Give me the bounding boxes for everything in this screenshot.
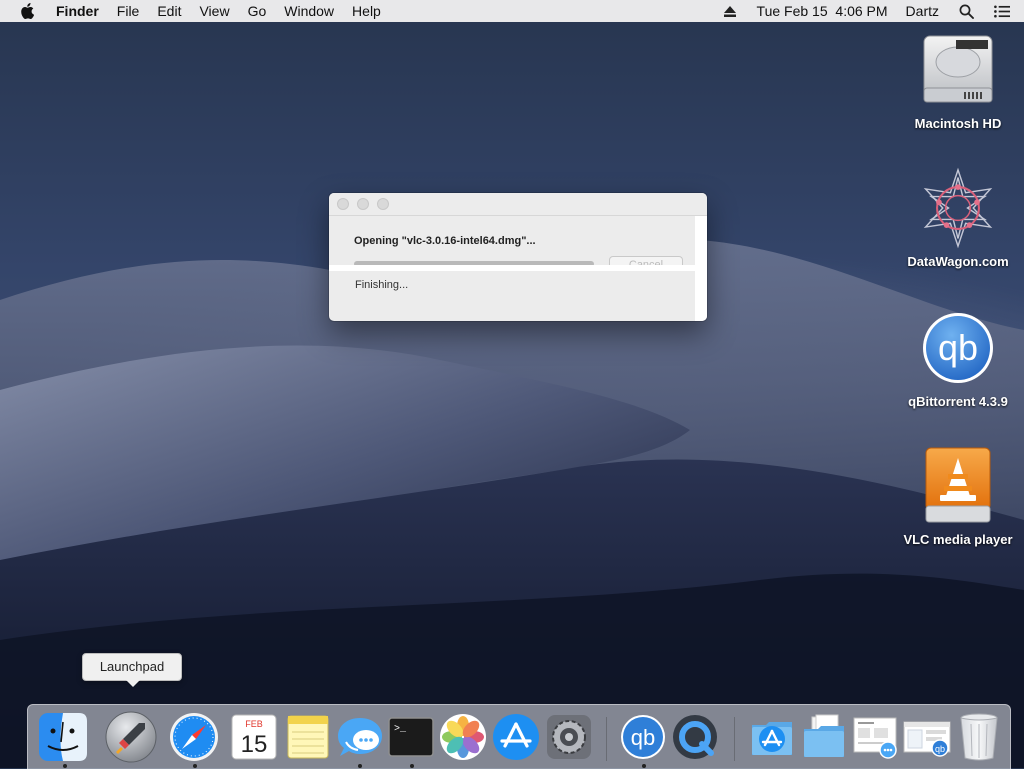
running-indicator-messages — [358, 764, 362, 768]
close-button[interactable] — [337, 198, 349, 210]
menu-help[interactable]: Help — [343, 0, 390, 22]
desktop-icon-vlc[interactable]: VLC media player — [898, 446, 1018, 547]
dock-screenshots-stack[interactable]: qb — [901, 711, 953, 763]
running-indicator-terminal — [410, 764, 414, 768]
datawagon-icon — [918, 167, 998, 249]
quicktime-icon — [673, 715, 717, 759]
app-store-icon — [493, 714, 539, 760]
vlc-disk-icon — [918, 446, 998, 526]
messages-icon — [338, 718, 382, 756]
menu-user[interactable]: Dartz — [897, 0, 948, 22]
tooltip-text: Launchpad — [99, 659, 165, 674]
system-preferences-icon — [547, 715, 591, 759]
eject-icon[interactable] — [722, 3, 738, 19]
trash-icon — [960, 713, 998, 761]
svg-text:qb: qb — [631, 725, 655, 750]
dock-quicktime[interactable] — [669, 711, 721, 763]
svg-text:qb: qb — [938, 327, 978, 368]
desktop-icon-label: DataWagon.com — [907, 254, 1009, 269]
running-indicator-finder — [63, 764, 67, 768]
status-text: Finishing... — [355, 279, 409, 291]
svg-text:>_: >_ — [394, 724, 407, 735]
dock-notes[interactable] — [282, 711, 334, 763]
dock-app-store[interactable] — [490, 711, 542, 763]
dock-photos[interactable] — [437, 711, 489, 763]
dock-launchpad[interactable] — [105, 711, 157, 763]
qbittorrent-icon: qb — [918, 308, 998, 388]
dock-documents-folder[interactable] — [798, 711, 850, 763]
finder-icon — [39, 713, 87, 761]
notification-center-icon[interactable] — [994, 3, 1010, 19]
zoom-button[interactable] — [377, 198, 389, 210]
dock-finder[interactable] — [37, 711, 89, 763]
screenshots-stack-icon: qb — [903, 721, 951, 757]
safari-icon — [170, 713, 218, 761]
minimize-button[interactable] — [357, 198, 369, 210]
dock-separator — [734, 717, 735, 761]
desktop-icon-label: VLC media player — [903, 532, 1013, 547]
running-indicator-qbittorrent — [642, 764, 646, 768]
dock-safari[interactable] — [168, 711, 220, 763]
dock: FEB 15 >_ qb qb — [27, 704, 1011, 769]
menu-clock[interactable]: Tue Feb 15 4:06 PM — [748, 0, 897, 22]
dock-terminal[interactable]: >_ — [385, 711, 437, 763]
downloads-stack-icon — [853, 717, 897, 759]
dock-applications-folder[interactable] — [746, 711, 798, 763]
menu-go[interactable]: Go — [239, 0, 276, 22]
svg-text:qb: qb — [935, 744, 945, 754]
menu-window[interactable]: Window — [275, 0, 343, 22]
applications-folder-icon — [752, 722, 792, 755]
menu-app-name[interactable]: Finder — [52, 0, 108, 22]
launchpad-icon — [105, 711, 157, 763]
notes-icon — [287, 715, 329, 759]
dock-trash[interactable] — [953, 711, 1005, 763]
opening-file-text: Opening "vlc-3.0.16-intel64.dmg"... — [354, 235, 536, 247]
apple-icon[interactable] — [20, 0, 38, 22]
documents-folder-icon — [804, 714, 844, 757]
launchpad-tooltip: Launchpad — [82, 653, 182, 687]
dmg-opening-dialog: Opening "vlc-3.0.16-intel64.dmg"... Canc… — [329, 193, 707, 321]
calendar-icon: FEB 15 — [231, 714, 277, 760]
desktop-icon-label: qBittorrent 4.3.9 — [908, 394, 1008, 409]
menu-file[interactable]: File — [108, 0, 149, 22]
terminal-icon: >_ — [388, 717, 434, 757]
menu-bar: Finder File Edit View Go Window Help Tue… — [0, 0, 1024, 22]
desktop-icon-qbittorrent[interactable]: qb qBittorrent 4.3.9 — [898, 308, 1018, 409]
menu-edit[interactable]: Edit — [148, 0, 190, 22]
desktop-icon-macintosh-hd[interactable]: Macintosh HD — [898, 30, 1018, 131]
menu-view[interactable]: View — [190, 0, 238, 22]
dialog-divider — [329, 265, 707, 271]
dock-separator — [606, 717, 607, 761]
svg-text:15: 15 — [241, 731, 268, 758]
hard-drive-icon — [918, 30, 998, 110]
dock-downloads-stack[interactable] — [849, 711, 901, 763]
dock-system-preferences[interactable] — [543, 711, 595, 763]
dock-qbittorrent[interactable]: qb — [617, 711, 669, 763]
qbittorrent-icon: qb — [621, 715, 665, 759]
dock-calendar[interactable]: FEB 15 — [228, 711, 280, 763]
desktop-icon-label: Macintosh HD — [914, 116, 1002, 131]
desktop-icon-datawagon[interactable]: DataWagon.com — [898, 167, 1018, 269]
tooltip-arrow — [126, 680, 140, 687]
spotlight-search-icon[interactable] — [958, 3, 974, 19]
dock-messages[interactable] — [334, 711, 386, 763]
photos-icon — [440, 714, 486, 760]
svg-text:FEB: FEB — [245, 719, 263, 729]
dialog-titlebar — [329, 193, 707, 216]
running-indicator-safari — [193, 764, 197, 768]
